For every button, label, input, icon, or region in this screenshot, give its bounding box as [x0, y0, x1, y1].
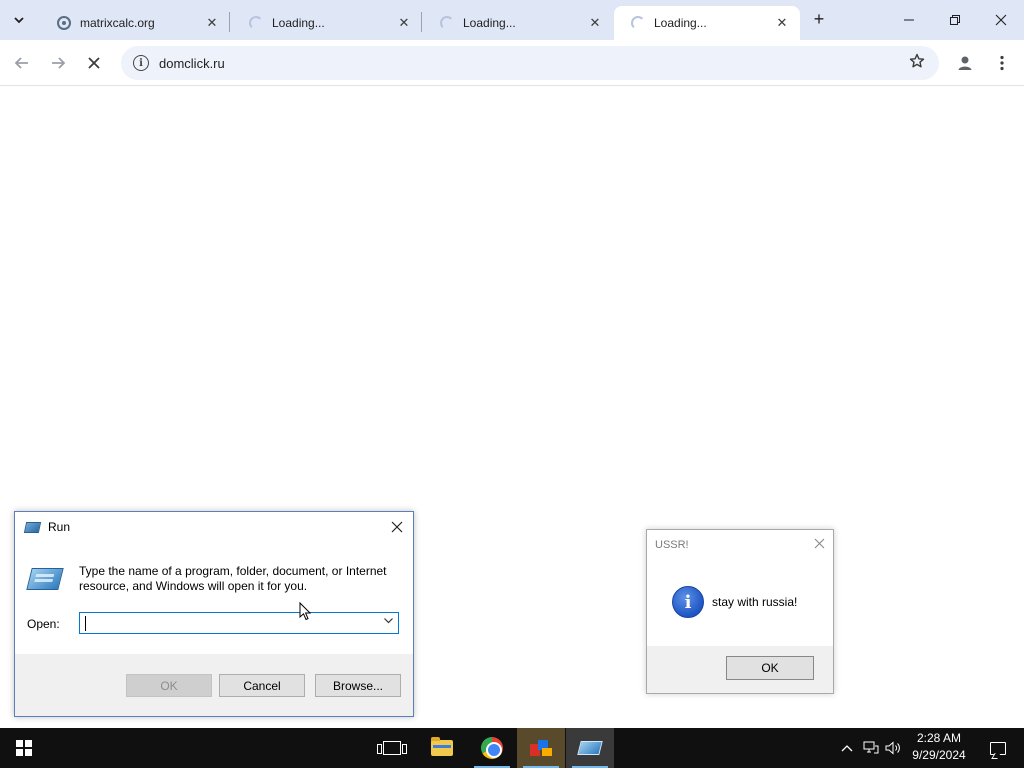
run-title-bar[interactable]: Run: [15, 512, 413, 542]
tab-title: matrixcalc.org: [80, 16, 155, 30]
site-info-icon[interactable]: i: [133, 55, 149, 71]
network-icon: [863, 741, 879, 754]
action-center-button[interactable]: [978, 728, 1018, 768]
close-window-button[interactable]: [978, 0, 1024, 40]
minimize-icon: [904, 19, 914, 21]
profile-avatar-icon: [958, 56, 972, 70]
stop-loading-button[interactable]: [80, 49, 108, 77]
show-hidden-icons-button[interactable]: [836, 728, 858, 768]
tab-close-icon[interactable]: ✕: [396, 15, 412, 31]
tab-close-icon[interactable]: ✕: [774, 15, 790, 31]
start-button[interactable]: [0, 728, 48, 768]
loading-spinner-icon: [248, 15, 264, 31]
chrome-taskbar-button[interactable]: [468, 728, 516, 768]
tab-loading-2[interactable]: Loading... ✕: [423, 6, 613, 40]
app-taskbar-button[interactable]: [517, 728, 565, 768]
message-box-close-button[interactable]: [814, 536, 825, 552]
tab-strip: matrixcalc.org ✕ Loading... ✕ Loading...…: [0, 0, 1024, 40]
tab-separator: [421, 12, 422, 32]
open-label: Open:: [27, 617, 60, 631]
tab-loading-1[interactable]: Loading... ✕: [232, 6, 422, 40]
windows-logo-icon: [16, 740, 32, 756]
matrixcalc-favicon-icon: [56, 15, 72, 31]
taskbar: 2:28 AM 9/29/2024: [0, 728, 1024, 768]
new-tab-button[interactable]: +: [808, 8, 830, 30]
tab-separator: [229, 12, 230, 32]
forward-arrow-icon: [52, 57, 66, 69]
mouse-cursor-icon: [299, 601, 312, 621]
tab-matrixcalc[interactable]: matrixcalc.org ✕: [40, 6, 230, 40]
browser-toolbar: i domclick.ru: [0, 40, 1024, 86]
message-box-footer: OK: [647, 646, 833, 693]
open-combobox[interactable]: [79, 612, 399, 634]
menu-button[interactable]: [988, 49, 1016, 77]
minimize-button[interactable]: [886, 0, 932, 40]
run-title: Run: [48, 520, 71, 534]
chevron-up-icon: [841, 745, 853, 752]
back-arrow-icon: [14, 57, 28, 69]
tab-loading-active[interactable]: Loading... ✕: [614, 6, 800, 40]
loading-spinner-icon: [630, 15, 646, 31]
run-taskbar-button[interactable]: [566, 728, 614, 768]
network-button[interactable]: [860, 728, 882, 768]
message-ok-button[interactable]: OK: [726, 656, 814, 680]
bookmark-star-icon[interactable]: [909, 53, 925, 74]
clock-time: 2:28 AM: [916, 731, 962, 745]
close-icon: [88, 57, 100, 69]
ussr-message-box: USSR! i stay with russia! OK: [646, 529, 834, 694]
loading-spinner-icon: [439, 15, 455, 31]
tab-close-icon[interactable]: ✕: [204, 15, 220, 31]
task-view-icon: [377, 741, 407, 755]
address-bar[interactable]: i domclick.ru: [121, 46, 939, 80]
tab-title: Loading...: [463, 16, 516, 30]
tab-search-button[interactable]: [6, 7, 32, 33]
run-dialog: Run Type the name of a program, folder, …: [14, 511, 414, 717]
run-browse-button[interactable]: Browse...: [315, 674, 401, 697]
run-icon: [577, 741, 603, 755]
desktop: matrixcalc.org ✕ Loading... ✕ Loading...…: [0, 0, 1024, 768]
volume-button[interactable]: [882, 728, 904, 768]
forward-button[interactable]: [44, 49, 72, 77]
chevron-down-icon: [14, 17, 24, 24]
tab-close-icon[interactable]: ✕: [587, 15, 603, 31]
task-view-button[interactable]: [368, 728, 416, 768]
clock-date: 9/29/2024: [912, 748, 966, 762]
restore-icon: [950, 15, 960, 25]
text-caret: [85, 616, 86, 631]
restore-button[interactable]: [932, 0, 978, 40]
back-button[interactable]: [8, 49, 36, 77]
speaker-icon: [885, 741, 900, 755]
file-explorer-icon: [431, 737, 453, 756]
app-icon: [530, 738, 552, 758]
notification-icon: [990, 741, 1006, 755]
more-vert-icon: [1000, 55, 1004, 71]
run-close-button[interactable]: [387, 517, 407, 537]
run-program-icon: [26, 568, 64, 590]
taskbar-clock[interactable]: 2:28 AM 9/29/2024: [902, 730, 976, 766]
message-box-title[interactable]: USSR!: [655, 539, 689, 551]
url-text: domclick.ru: [159, 55, 225, 71]
file-explorer-button[interactable]: [418, 728, 466, 768]
close-icon: [391, 521, 403, 533]
run-footer: OK Cancel Browse...: [15, 654, 413, 716]
run-ok-button[interactable]: OK: [126, 674, 212, 697]
run-cancel-button[interactable]: Cancel: [219, 674, 305, 697]
profile-button[interactable]: [951, 49, 979, 77]
tab-title: Loading...: [654, 16, 707, 30]
chevron-down-icon[interactable]: [383, 615, 394, 629]
close-icon: [995, 14, 1007, 26]
run-app-icon: [23, 521, 42, 533]
tab-title: Loading...: [272, 16, 325, 30]
close-icon: [814, 538, 825, 549]
run-description: Type the name of a program, folder, docu…: [79, 564, 387, 593]
chrome-icon: [481, 737, 503, 759]
info-icon: i: [672, 586, 704, 618]
message-text: stay with russia!: [712, 595, 798, 609]
